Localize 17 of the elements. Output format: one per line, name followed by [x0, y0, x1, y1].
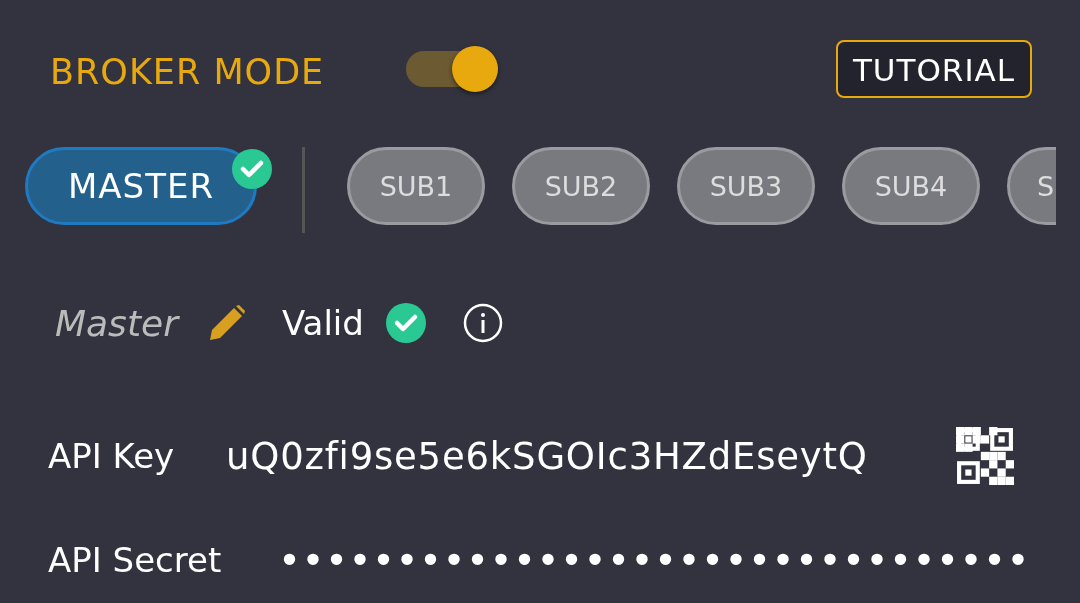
masked-secret-value[interactable]: ••••••••••••••••••••••••••••••••	[278, 537, 1031, 583]
field-label: API Key	[48, 436, 176, 476]
pencil-icon[interactable]	[207, 304, 246, 342]
broker-mode-label: BROKER MODE	[50, 52, 325, 92]
validity-status: Valid	[281, 303, 364, 343]
api-key-value[interactable]: uQ0zfi9se5e6kSGOIc3HZdEseytQ	[226, 434, 906, 478]
account-tab[interactable]: SUB2	[512, 147, 650, 225]
account-tab[interactable]: SUB3	[677, 147, 815, 225]
account-tab[interactable]: MASTER	[25, 147, 257, 225]
tutorial-button[interactable]: TUTORIAL	[835, 40, 1032, 98]
account-tab[interactable]: SUB4	[842, 147, 980, 225]
field-label: API Secret	[48, 540, 223, 580]
qr-code-icon[interactable]	[956, 427, 1014, 485]
account-name: Master	[55, 302, 178, 344]
account-tab[interactable]: SUB1	[347, 147, 485, 225]
account-tab[interactable]: S	[1007, 147, 1056, 225]
info-icon[interactable]	[462, 303, 503, 343]
